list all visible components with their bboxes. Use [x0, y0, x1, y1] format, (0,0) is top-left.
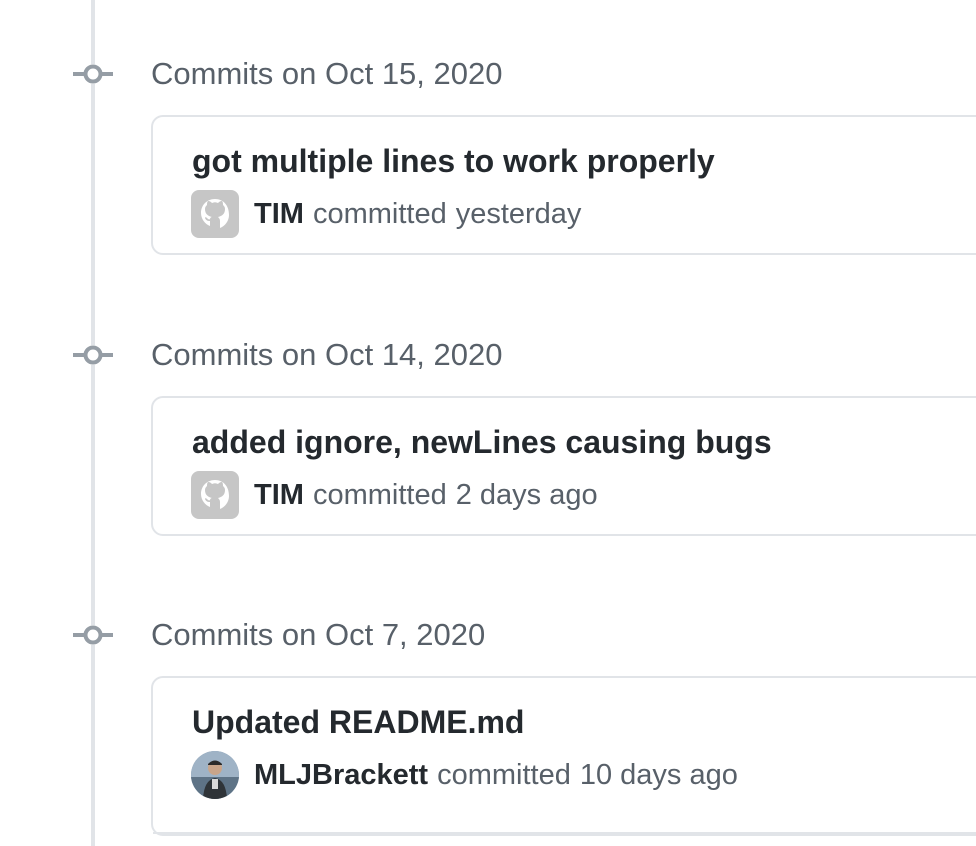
author-link[interactable]: MLJBrackett — [254, 759, 428, 792]
commit-meta: MLJBrackett committed 10 days ago — [191, 751, 738, 799]
commit-verb: committed — [312, 478, 447, 511]
commit-group-header: Commits on Oct 7, 2020 — [0, 615, 976, 655]
commit-meta: TIM committed yesterday — [191, 190, 581, 238]
github-octocat-icon[interactable] — [191, 190, 239, 238]
commit-group-title: Commits on Oct 15, 2020 — [151, 56, 503, 91]
author-link[interactable]: TIM — [254, 198, 304, 231]
git-commit-icon — [73, 345, 113, 365]
commit-group-header: Commits on Oct 15, 2020 — [0, 54, 976, 94]
commit-item: Updated README.md MLJBrackett committed … — [151, 676, 976, 836]
commit-message-link[interactable]: got multiple lines to work properly — [192, 141, 715, 181]
timeline-line — [91, 0, 95, 846]
git-commit-icon — [73, 64, 113, 84]
user-avatar[interactable] — [191, 751, 239, 799]
commit-item: got multiple lines to work properly TIM … — [151, 115, 976, 255]
commit-time: yesterday — [455, 197, 582, 230]
commit-history: Commits on Oct 15, 2020 got multiple lin… — [0, 0, 976, 846]
github-octocat-icon[interactable] — [191, 471, 239, 519]
commit-group-title: Commits on Oct 7, 2020 — [151, 617, 486, 652]
git-commit-icon — [73, 625, 113, 645]
commit-verb: committed — [312, 197, 447, 230]
author-link[interactable]: TIM — [254, 479, 304, 512]
commit-item: added ignore, newLines causing bugs TIM … — [151, 396, 976, 536]
commit-time: 2 days ago — [455, 478, 598, 511]
commit-group-title: Commits on Oct 14, 2020 — [151, 337, 503, 372]
commit-message-link[interactable]: Updated README.md — [192, 702, 524, 742]
commit-message-link[interactable]: added ignore, newLines causing bugs — [192, 422, 772, 462]
commit-divider — [153, 832, 976, 834]
commit-meta: TIM committed 2 days ago — [191, 471, 598, 519]
commit-time: 10 days ago — [579, 758, 738, 791]
commit-verb: committed — [437, 758, 571, 791]
commit-group-header: Commits on Oct 14, 2020 — [0, 335, 976, 375]
